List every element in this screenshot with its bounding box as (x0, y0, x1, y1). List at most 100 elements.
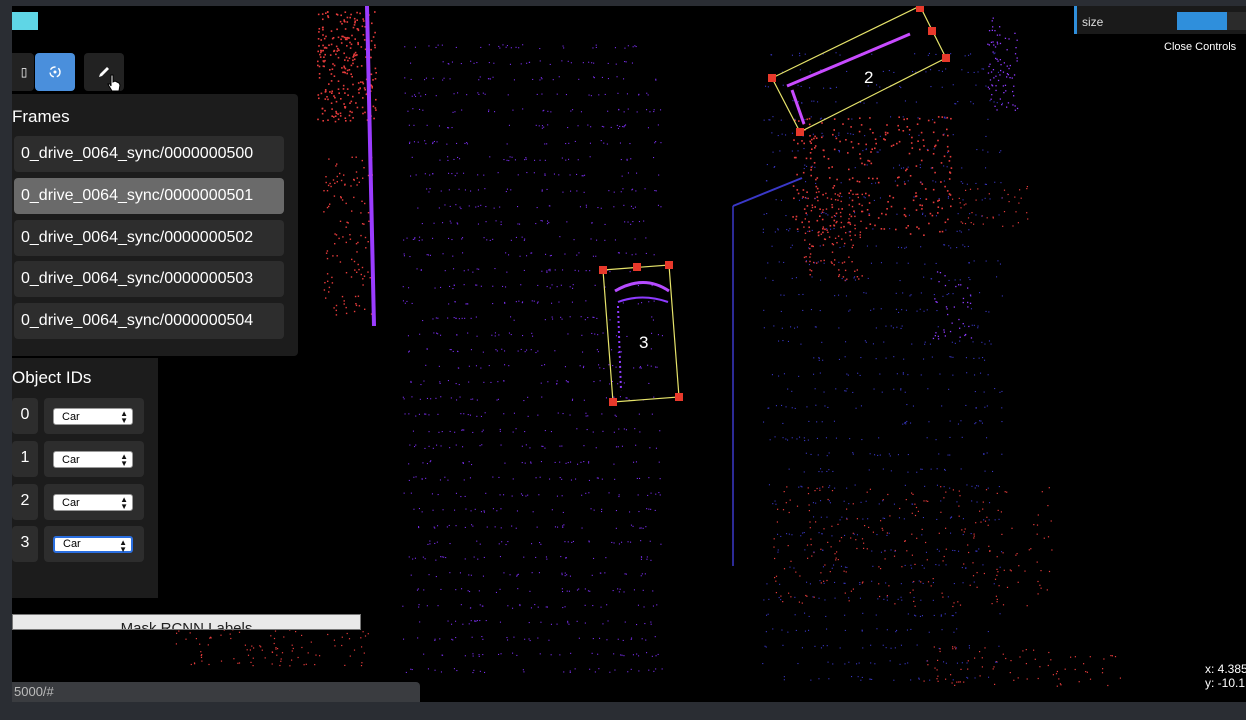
lidar-point (943, 497, 945, 499)
lidar-point (863, 547, 865, 549)
lidar-point (467, 269, 469, 271)
lidar-point (513, 636, 515, 638)
object-id-1[interactable]: 1 (12, 441, 38, 477)
lidar-point (1036, 561, 1038, 563)
lidar-point (335, 165, 337, 167)
box-handle[interactable] (928, 27, 936, 35)
lidar-point (329, 54, 332, 56)
lidar-point (835, 437, 837, 439)
lidar-viewport[interactable]: 2 3 ▯ Frames 0_drive_0064_sync/000000050… (12, 6, 1246, 702)
object-id-3[interactable]: 3 (12, 526, 38, 562)
lidar-point (931, 214, 934, 217)
box-handle[interactable] (665, 261, 673, 269)
lidar-point (652, 319, 654, 321)
lidar-point (852, 146, 854, 149)
lidar-point (778, 375, 780, 377)
lidar-point (626, 93, 628, 95)
lidar-point (926, 437, 928, 439)
lidar-point (796, 173, 798, 176)
lidar-point (571, 301, 573, 303)
box-handle[interactable] (599, 266, 607, 274)
lidar-point (789, 228, 791, 230)
lidar-point (357, 263, 359, 266)
lidar-point (523, 671, 525, 673)
frame-item[interactable]: 0_drive_0064_sync/0000000503 (14, 261, 284, 297)
box-handle[interactable] (768, 74, 776, 82)
lidar-point (585, 415, 587, 417)
lidar-point (858, 203, 861, 205)
lidar-point (517, 573, 519, 575)
lidar-point (1030, 548, 1032, 550)
lidar-point (962, 582, 964, 584)
lidar-point (472, 271, 474, 273)
lidar-point (943, 555, 945, 558)
box-handle[interactable] (609, 398, 617, 406)
lidar-point (959, 279, 961, 281)
frame-item[interactable]: 0_drive_0064_sync/0000000502 (14, 220, 284, 256)
lidar-point (942, 596, 944, 598)
box-handle[interactable] (796, 128, 804, 136)
lidar-point (921, 183, 924, 185)
lidar-point (447, 127, 449, 129)
lidar-point (1026, 186, 1028, 188)
box-handle[interactable] (916, 6, 924, 12)
lidar-point (403, 492, 405, 494)
object-class-select-0[interactable]: Car ▲ ▼ (53, 408, 133, 425)
lidar-point (990, 343, 992, 345)
frame-item[interactable]: 0_drive_0064_sync/0000000504 (14, 303, 284, 339)
lidar-point (538, 125, 540, 127)
mask-rcnn-labels-button[interactable]: Mask RCNN Labels (12, 614, 361, 630)
lidar-point (804, 53, 806, 55)
lidar-point (642, 527, 644, 529)
lidar-point (798, 601, 800, 603)
lidar-point (651, 332, 653, 334)
lidar-point (349, 16, 351, 19)
lidar-point (658, 492, 660, 494)
object-class-select-2[interactable]: Car ▲ ▼ (53, 494, 133, 511)
lidar-point (995, 595, 997, 597)
box-handle[interactable] (675, 393, 683, 401)
lidar-point (996, 661, 998, 663)
box-handle[interactable] (942, 54, 950, 62)
lidar-point (449, 220, 451, 222)
lidar-point (496, 399, 498, 401)
frame-item[interactable]: 0_drive_0064_sync/0000000500 (14, 136, 284, 172)
lidar-point (924, 341, 926, 343)
lidar-point (812, 133, 814, 135)
tool-button-partial[interactable]: ▯ (12, 53, 34, 91)
lidar-point (424, 558, 426, 560)
lidar-point (840, 537, 843, 539)
object-class-cell: Car ▲ ▼ (44, 484, 144, 520)
frame-item-selected[interactable]: 0_drive_0064_sync/0000000501 (14, 178, 284, 214)
lidar-point (905, 309, 907, 311)
lidar-point (500, 508, 502, 510)
box-handle[interactable] (633, 263, 641, 271)
lidar-point (526, 349, 528, 351)
lidar-point (957, 423, 959, 425)
lidar-point (626, 159, 628, 161)
lidar-point (903, 358, 905, 360)
rotate-tool-button[interactable] (35, 53, 75, 91)
object-id-0[interactable]: 0 (12, 398, 38, 434)
bounding-box-3[interactable]: 3 (599, 261, 683, 406)
object-id-2[interactable]: 2 (12, 484, 38, 520)
bounding-box-2[interactable]: 2 (768, 6, 950, 136)
lidar-point (350, 64, 353, 67)
lidar-point (408, 463, 410, 465)
lidar-point (327, 280, 329, 282)
lidar-point (1004, 37, 1007, 39)
lidar-point (576, 190, 578, 192)
lidar-point (923, 500, 925, 502)
object-class-select-3[interactable]: Car ▲ ▼ (53, 536, 133, 554)
object-class-select-1[interactable]: Car ▲ ▼ (53, 451, 133, 468)
lidar-point (637, 494, 639, 496)
lidar-point (470, 607, 472, 609)
lidar-point (617, 638, 619, 640)
lidar-point (461, 588, 463, 590)
lidar-point (946, 166, 948, 168)
lidar-point (833, 185, 836, 187)
lidar-point (910, 564, 912, 566)
close-controls-button[interactable]: Close Controls (1164, 41, 1236, 53)
size-slider[interactable] (1177, 12, 1246, 30)
lidar-point (858, 181, 861, 183)
